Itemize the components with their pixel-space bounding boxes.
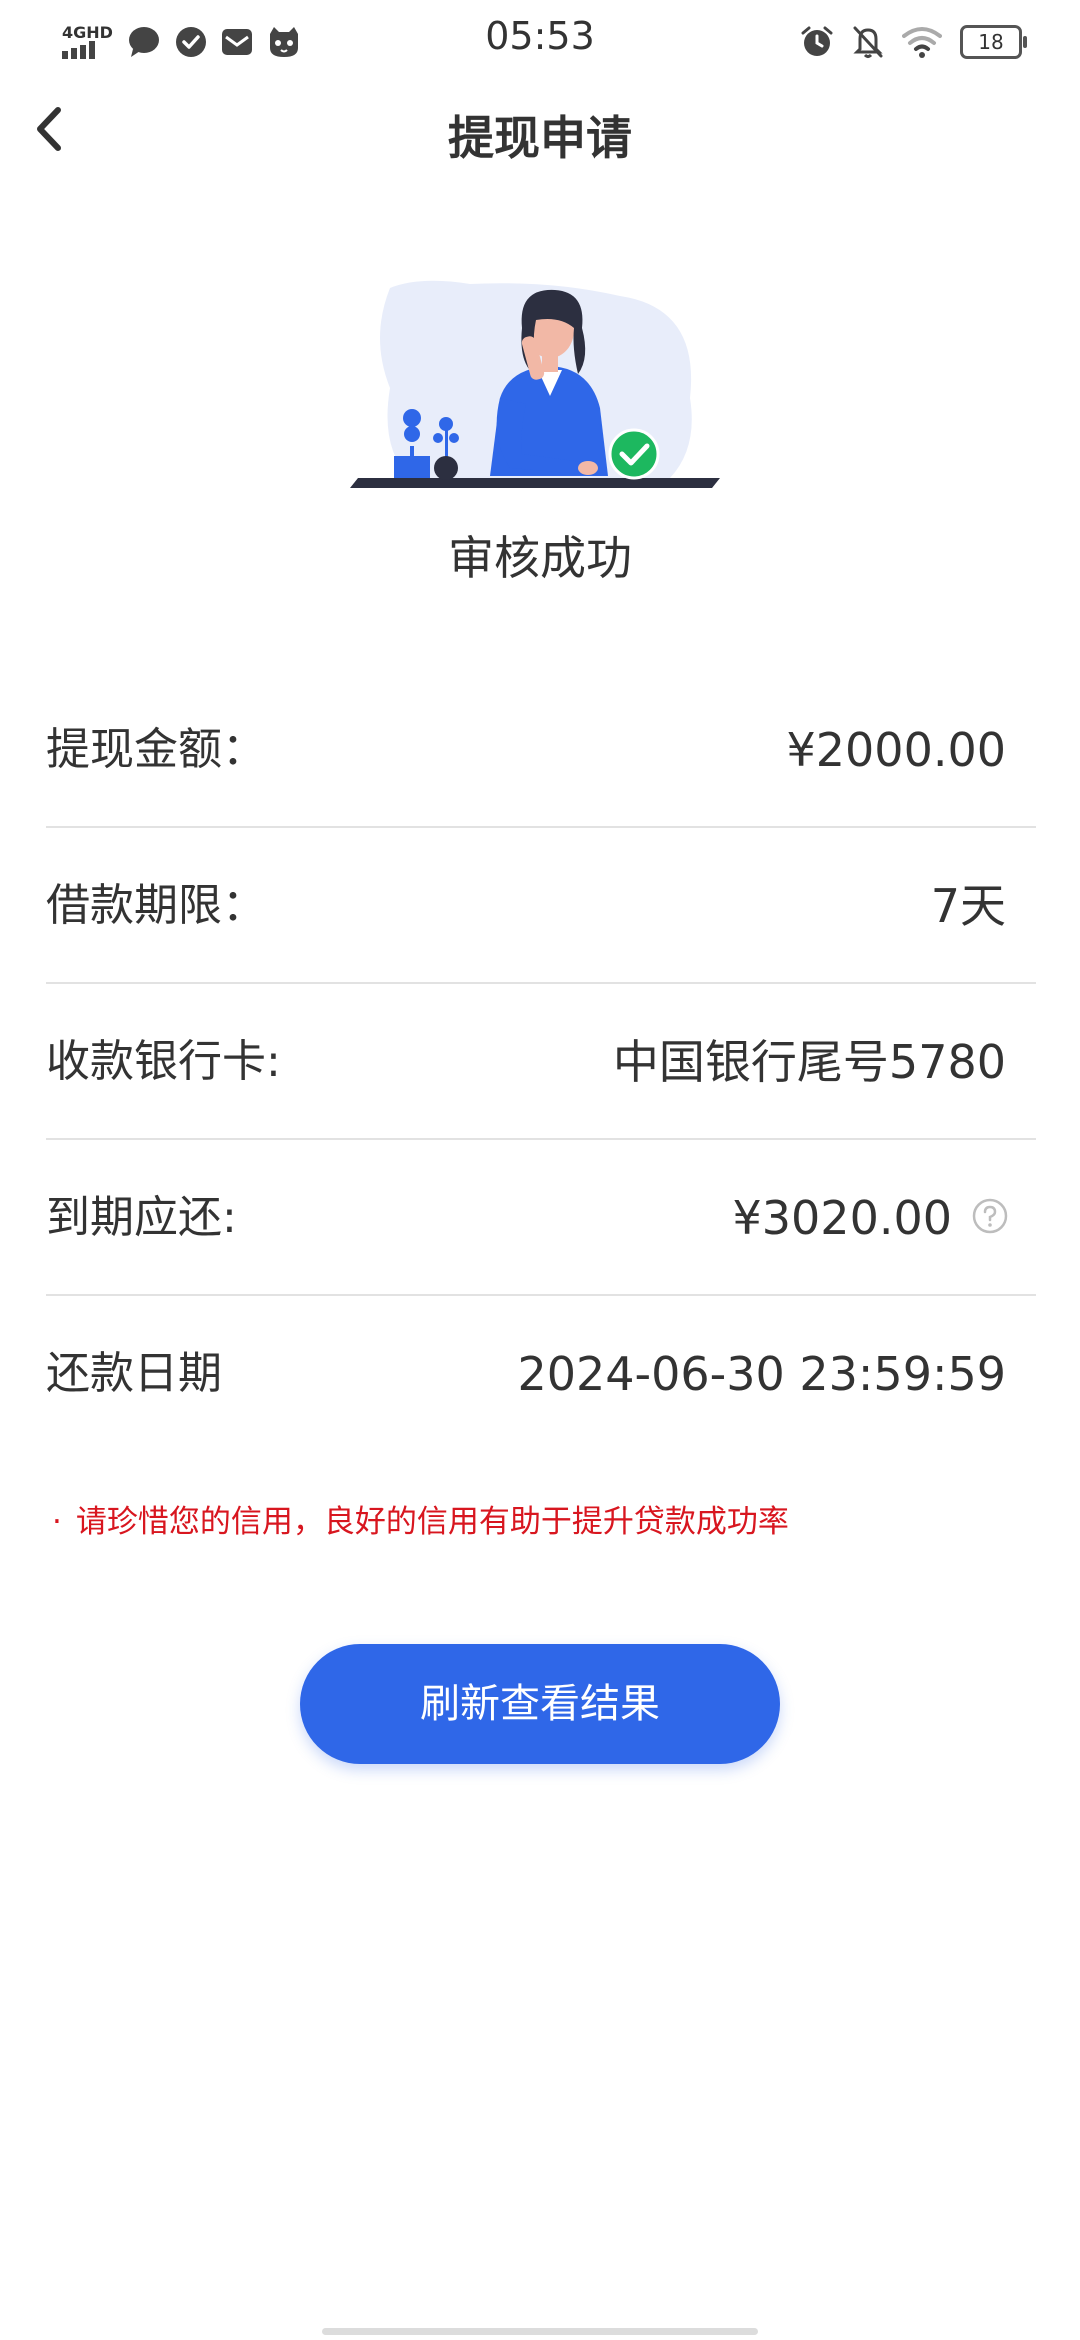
notice-text: 请珍惜您的信用，良好的信用有助于提升贷款成功率 (75, 1504, 789, 1540)
check-badge-icon (608, 428, 660, 480)
help-circle-icon[interactable] (972, 1198, 1008, 1234)
battery-indicator: 18 (960, 25, 1027, 59)
row-repayment-date: 还款日期 2024-06-30 23:59:59 (46, 1296, 1036, 1452)
row-label: 到期应还: (46, 1192, 237, 1243)
notice-bullet: · (52, 1504, 62, 1540)
row-value: ¥2000.00 (786, 723, 1007, 777)
wifi-icon (902, 27, 942, 58)
row-bank-card: 收款银行卡: 中国银行尾号5780 (46, 984, 1036, 1140)
row-amount-due: 到期应还: ¥3020.00 (46, 1140, 1036, 1296)
row-value: 7天 (930, 879, 1006, 933)
status-bar-right: 18 (800, 18, 1027, 66)
row-label: 借款期限： (46, 880, 266, 931)
row-label: 还款日期 (46, 1348, 222, 1399)
refresh-result-button[interactable]: 刷新查看结果 (300, 1644, 780, 1764)
page-title: 提现申请 (448, 111, 632, 165)
row-value: 2024-06-30 23:59:59 (517, 1347, 1006, 1401)
home-indicator[interactable] (322, 2328, 758, 2335)
row-withdraw-amount: 提现金额： ¥2000.00 (46, 672, 1036, 828)
status-bar: 4GHD 05:53 18 (0, 0, 1080, 84)
review-status-text: 审核成功 (448, 531, 632, 585)
alarm-icon (801, 26, 833, 56)
row-label: 收款银行卡: (46, 1036, 281, 1087)
credit-notice: · 请珍惜您的信用，良好的信用有助于提升贷款成功率 (52, 1496, 789, 1541)
bell-off-icon (853, 26, 883, 58)
nav-bar: 提现申请 (0, 84, 1080, 176)
woman-at-desk-illustration (350, 280, 720, 488)
row-value: ¥3020.00 (732, 1191, 953, 1245)
row-loan-term: 借款期限： 7天 (46, 828, 1036, 984)
row-label: 提现金额： (46, 724, 266, 775)
row-value: 中国银行尾号5780 (612, 1035, 1006, 1089)
